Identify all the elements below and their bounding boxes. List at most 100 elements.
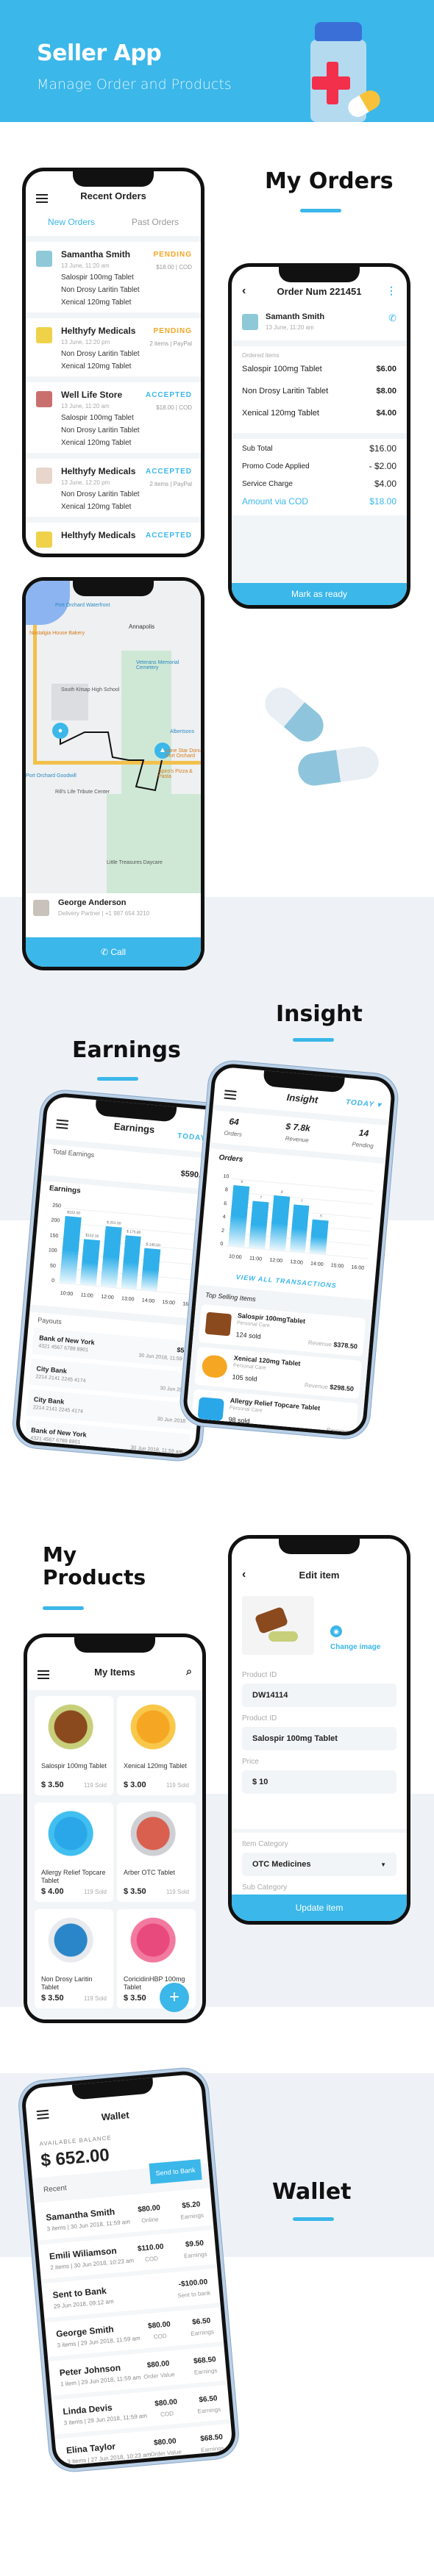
screen-title: Recent Orders — [80, 190, 146, 201]
product-card[interactable]: Arber OTC Tablet $ 3.50 119 Sold — [117, 1803, 196, 1902]
camera-icon[interactable]: ◉ — [330, 1625, 342, 1637]
transaction-amount: $110.00 COD — [138, 2243, 166, 2264]
call-button[interactable]: ✆ Call — [26, 937, 201, 967]
product-card[interactable]: Non Drosy Laritin Tablet $ 3.50 119 Sold — [35, 1909, 113, 2008]
back-icon[interactable]: ‹ — [242, 1568, 246, 1581]
data-label: $ 201.50 — [106, 1220, 121, 1226]
data-label: 5 — [319, 1214, 323, 1219]
screen-title: Order Num 221451 — [277, 286, 362, 297]
tab-new-orders[interactable]: New Orders — [48, 217, 95, 227]
x-tick-label: 12:00 — [100, 1294, 114, 1301]
product-name: Salospir 100mg Tablet — [41, 1762, 107, 1770]
bar — [100, 1226, 122, 1288]
more-options-icon[interactable]: ⋮ — [386, 285, 396, 297]
phone-my-items: My Items ⌕ Salospir 100mg Tablet $ 3.50 119… — [24, 1634, 206, 2023]
y-tick-label: 0 — [51, 1278, 55, 1284]
section-title-earnings: Earnings — [72, 1037, 181, 1063]
x-tick-label: 10:00 — [228, 1253, 242, 1261]
phone-notch — [74, 1637, 155, 1653]
order-card[interactable]: Helthyfy Medicals ACCEPTED — [26, 523, 201, 548]
order-price: $18.00 | COD — [156, 264, 192, 271]
section-title-wallet: Wallet — [272, 2179, 352, 2205]
phone-wallet: Wallet AVAILABLE BALANCE $ 652.00 Recent… — [20, 2069, 238, 2470]
pickup-pin-icon[interactable]: ● — [52, 723, 68, 739]
order-item: Xenical 120mg Tablet — [61, 298, 132, 307]
item-sold: 124 sold — [235, 1331, 262, 1341]
amount-label: Order Value — [143, 2371, 176, 2380]
avatar — [36, 251, 52, 267]
search-icon[interactable]: ⌕ — [186, 1665, 192, 1678]
update-item-button[interactable]: Update item — [232, 1895, 407, 1921]
avatar — [36, 327, 52, 343]
order-card[interactable]: Well Life Store 13 June, 11:20 am ACCEPT… — [26, 382, 201, 453]
phone-notch — [279, 267, 360, 282]
summary-label: Sub Total — [242, 444, 273, 453]
amount-value: $80.00 — [137, 2203, 161, 2214]
price-input[interactable]: $ 10 — [242, 1770, 396, 1794]
product-image — [42, 1810, 106, 1857]
x-tick-label: 11:00 — [249, 1256, 263, 1262]
phone-recent-orders: Recent Orders New Orders Past Orders Sam… — [22, 168, 204, 557]
menu-icon[interactable] — [36, 2109, 49, 2120]
category-select[interactable]: OTC Medicines ▼ — [242, 1853, 396, 1876]
revenue-label: Revenue — [326, 1426, 351, 1436]
earnings-label: Earnings — [183, 2250, 207, 2260]
product-card[interactable]: Xenical 120mg Tablet $ 3.00 119 Sold — [117, 1696, 196, 1795]
order-card[interactable]: Helthyfy Medicals 13 June, 12:20 pm PEND… — [26, 318, 201, 376]
product-name-input[interactable]: Salospir 100mg Tablet — [242, 1727, 396, 1750]
product-sold: 119 Sold — [84, 1782, 107, 1789]
bar — [59, 1216, 82, 1284]
earnings-label: Earnings — [197, 2405, 221, 2415]
product-image — [42, 1703, 106, 1750]
screen-title: Edit item — [299, 1570, 340, 1581]
hero-subtitle: Manage Order and Products — [37, 76, 232, 93]
summary-label: Service Charge — [242, 479, 293, 488]
phone-icon[interactable]: ✆ — [388, 312, 396, 324]
earnings-bar-chart: 0 50 100 150 200 250 10:00 $222.50 11:00 $152.10 1… — [37, 1199, 210, 1309]
data-label: 9 — [241, 1180, 243, 1185]
amount-value: $80.00 — [153, 2437, 177, 2447]
menu-icon[interactable] — [36, 194, 48, 203]
product-card[interactable]: Allergy Relief Topcare Tablet $ 4.00 119 S… — [35, 1803, 113, 1902]
order-card[interactable]: Helthyfy Medicals 13 June, 12:20 pm ACCE… — [26, 459, 201, 517]
data-label: $152.10 — [85, 1233, 99, 1239]
section-underline — [293, 1038, 334, 1042]
product-card[interactable]: Salospir 100mg Tablet $ 3.50 119 Sold — [35, 1696, 113, 1795]
product-image — [201, 1354, 229, 1379]
product-sold: 119 Sold — [84, 1995, 107, 2002]
stat-orders: 64 Orders — [224, 1115, 243, 1138]
mark-as-ready-button[interactable]: Mark as ready — [232, 583, 407, 605]
map-label: Port Orchard Waterfront — [55, 603, 110, 608]
send-to-bank-button[interactable]: Send to Bank — [149, 2158, 202, 2184]
field-label: Product ID — [242, 1714, 277, 1722]
tab-past-orders[interactable]: Past Orders — [132, 217, 179, 227]
add-item-fab[interactable]: + — [160, 1983, 189, 2012]
order-item: Xenical 120mg Tablet — [61, 362, 132, 371]
menu-icon[interactable] — [56, 1119, 69, 1129]
item-price: $6.00 — [376, 365, 396, 373]
filter-label: TODAY — [177, 1131, 207, 1143]
product-sold: 119 Sold — [166, 1889, 189, 1895]
product-price: $ 3.50 — [41, 1781, 64, 1789]
stat-pending: 14 Pending — [352, 1126, 375, 1150]
map-view[interactable]: ● ▲ Port Orchard Waterfront Nostalgia Ho… — [26, 581, 201, 893]
product-id-input[interactable]: DW14114 — [242, 1684, 396, 1707]
menu-icon[interactable] — [38, 1670, 49, 1679]
change-image-link[interactable]: Change image — [330, 1643, 380, 1651]
map-label: Little Treasures Daycare — [107, 860, 163, 865]
date-filter-dropdown[interactable]: TODAY ▾ — [346, 1098, 382, 1109]
phone-icon: ✆ — [100, 947, 111, 957]
order-item: Non Drosy Laritin Tablet — [61, 350, 140, 358]
item-category: Personal Care — [232, 1362, 266, 1371]
menu-icon[interactable] — [224, 1090, 237, 1100]
stat-value: 14 — [358, 1127, 369, 1139]
field-label: Sub Category — [242, 1883, 288, 1892]
section-underline — [300, 209, 341, 212]
back-icon[interactable]: ‹ — [242, 285, 246, 298]
summary-value: - $2.00 — [369, 461, 396, 471]
order-item: Salospir 100mg Tablet — [61, 414, 134, 422]
map-label: Rill's Life Tribute Center — [55, 790, 110, 795]
order-card[interactable]: Samantha Smith 13 June, 11:20 am PENDING… — [26, 242, 201, 312]
product-price: $ 3.50 — [41, 1994, 64, 2003]
transaction-amount: $80.00 Order Value — [149, 2437, 182, 2458]
